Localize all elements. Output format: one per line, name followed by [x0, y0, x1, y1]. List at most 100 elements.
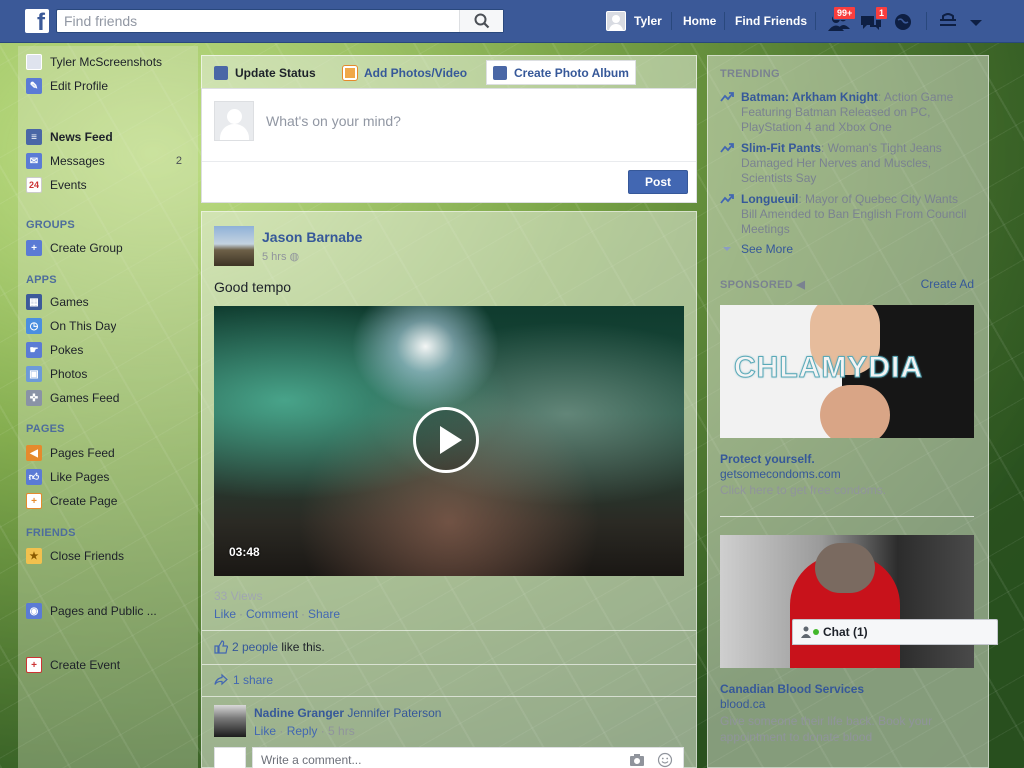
comment-text[interactable]: Jennifer Paterson: [347, 706, 441, 720]
left-nav-messages[interactable]: ✉ Messages 2: [26, 152, 196, 170]
left-nav-news-feed[interactable]: ≡ News Feed: [26, 128, 196, 146]
messages-badge: 1: [875, 6, 889, 20]
left-nav-pokes[interactable]: ☛ Pokes: [26, 341, 196, 359]
like-link[interactable]: Like: [214, 607, 236, 621]
tab-add-photos[interactable]: Add Photos/Video: [342, 62, 467, 84]
left-nav-events[interactable]: 24 Events: [26, 176, 196, 194]
online-status-icon: [813, 629, 819, 635]
ad-link[interactable]: blood.ca: [720, 697, 765, 711]
emoji-icon[interactable]: [657, 752, 673, 768]
story-author[interactable]: Jason Barnabe: [262, 229, 362, 245]
play-icon[interactable]: [413, 407, 479, 473]
chevron-down-icon: [723, 247, 731, 251]
see-more-link[interactable]: See More: [720, 242, 970, 256]
see-more-label: See More: [741, 242, 794, 256]
story-timestamp[interactable]: 5 hrs ◍: [262, 250, 299, 263]
photo-album-icon: [493, 65, 507, 80]
tab-update-status-label: Update Status: [235, 66, 316, 80]
comment-input[interactable]: [261, 753, 611, 767]
left-nav-create-page[interactable]: + Create Page: [26, 492, 196, 510]
sponsored-heading: SPONSORED ◀: [720, 278, 805, 291]
create-ad-link[interactable]: Create Ad: [921, 277, 974, 291]
left-nav-games[interactable]: ▦ Games: [26, 293, 196, 311]
privacy-shortcuts-jewel[interactable]: [938, 10, 964, 34]
trending-item[interactable]: Batman: Arkham Knight: Action Game Featu…: [720, 90, 970, 135]
hand-bottom-image: [820, 385, 890, 438]
video-duration: 03:48: [229, 545, 260, 559]
globe-icon: [895, 14, 911, 30]
nav-find-friends-link[interactable]: Find Friends: [735, 14, 807, 28]
account-settings-menu[interactable]: [966, 10, 992, 34]
tab-create-photo-album-label: Create Photo Album: [514, 65, 629, 80]
tab-update-status[interactable]: Update Status: [214, 62, 316, 84]
create-page-icon: +: [26, 493, 42, 509]
left-nav-like-pages-label: Like Pages: [50, 470, 110, 484]
composer-body: Post: [201, 88, 697, 203]
trending-title: Longueuil: [741, 192, 799, 206]
left-nav-close-friends[interactable]: ★ Close Friends: [26, 547, 196, 565]
facebook-logo-icon[interactable]: f: [25, 9, 49, 33]
nav-home-link[interactable]: Home: [683, 14, 716, 28]
left-nav-photos[interactable]: ▣ Photos: [26, 365, 196, 383]
comment-composer: [252, 747, 684, 768]
separator-dot: ·: [276, 724, 287, 738]
ad-image-chlamydia[interactable]: CHLAMYDIA: [720, 305, 974, 438]
avatar: [606, 11, 626, 31]
messages-jewel[interactable]: 1: [859, 6, 889, 34]
post-button[interactable]: Post: [628, 170, 688, 194]
ad-title[interactable]: Protect yourself.: [720, 452, 815, 466]
photos-icon: ▣: [26, 366, 42, 382]
trending-arrow-icon: [720, 194, 734, 204]
person-head-image: [815, 543, 875, 593]
likes-summary: 2 people like this.: [214, 640, 325, 654]
pencil-icon: ✎: [26, 78, 42, 94]
left-nav-create-event[interactable]: + Create Event: [26, 656, 196, 674]
tab-create-photo-album[interactable]: Create Photo Album: [486, 60, 636, 85]
notifications-jewel[interactable]: [892, 10, 918, 34]
poke-hand-icon: ☛: [26, 342, 42, 358]
friends-heading: FRIENDS: [26, 527, 76, 539]
left-nav-pages-feed[interactable]: ◀ Pages Feed: [26, 444, 196, 462]
trending-item[interactable]: Slim-Fit Pants: Woman's Tight Jeans Dama…: [720, 141, 970, 186]
trending-item[interactable]: Longueuil: Mayor of Quebec City Wants Bi…: [720, 192, 970, 237]
chat-label: Chat (1): [823, 625, 868, 639]
comment-author[interactable]: Nadine Granger: [254, 706, 344, 720]
left-nav-close-friends-label: Close Friends: [50, 549, 125, 563]
left-nav-events-label: Events: [50, 178, 87, 192]
search-input[interactable]: [57, 10, 459, 32]
shares-summary[interactable]: 1 share: [214, 673, 273, 687]
chat-tab[interactable]: Chat (1): [792, 619, 998, 645]
left-nav-on-this-day[interactable]: ◷ On This Day: [26, 317, 196, 335]
search-button[interactable]: [459, 10, 503, 32]
video-player[interactable]: 03:48: [214, 306, 684, 576]
left-nav-pages-public[interactable]: ◉ Pages and Public ...: [26, 602, 196, 620]
comment-like-link[interactable]: Like: [254, 724, 276, 738]
left-nav-edit-profile[interactable]: ✎ Edit Profile: [26, 77, 196, 95]
left-nav-create-group[interactable]: + Create Group: [26, 239, 196, 257]
avatar[interactable]: [214, 226, 254, 266]
avatar[interactable]: [214, 705, 246, 737]
left-nav-games-feed-label: Games Feed: [50, 391, 120, 405]
likes-people-link[interactable]: 2 people: [232, 640, 278, 654]
messages-icon: ✉: [26, 153, 42, 169]
status-input[interactable]: [266, 113, 686, 129]
divider: [202, 696, 696, 697]
left-nav-games-feed[interactable]: ✜ Games Feed: [26, 389, 196, 407]
trending-title: Batman: Arkham Knight: [741, 90, 878, 104]
nav-user-profile[interactable]: Tyler: [606, 10, 662, 32]
ad-title[interactable]: Canadian Blood Services: [720, 682, 864, 696]
trending-text: Batman: Arkham Knight: Action Game Featu…: [741, 90, 970, 135]
ad-image-blood-services[interactable]: [720, 535, 974, 668]
left-nav-like-pages[interactable]: 👍︎ Like Pages: [26, 468, 196, 486]
ad-link[interactable]: getsomecondoms.com: [720, 467, 841, 481]
share-link[interactable]: Share: [308, 607, 340, 621]
left-nav-profile[interactable]: Tyler McScreenshots: [26, 53, 196, 71]
messages-count: 2: [175, 155, 182, 167]
camera-icon[interactable]: [629, 753, 645, 767]
separator-dot: ·: [317, 724, 329, 738]
comment-link[interactable]: Comment: [246, 607, 298, 621]
friend-requests-jewel[interactable]: 99+: [827, 6, 857, 34]
megaphone-icon: ◀: [26, 445, 42, 461]
comment-time[interactable]: 5 hrs: [328, 724, 355, 738]
comment-reply-link[interactable]: Reply: [287, 724, 318, 738]
